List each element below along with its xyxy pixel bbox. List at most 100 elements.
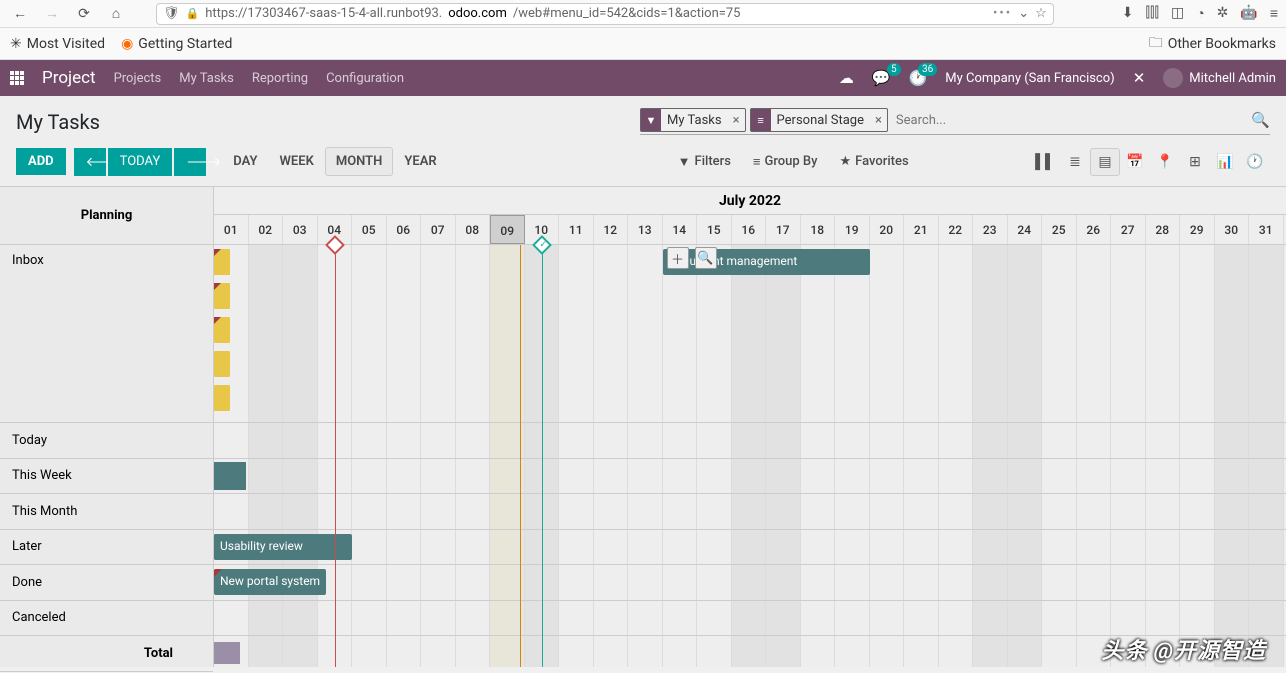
row-done[interactable]: Done [0,565,213,601]
favorites-dropdown[interactable]: ★Favorites [840,154,909,170]
gantt-view-icon[interactable]: ▤ [1090,148,1120,176]
menu-icon[interactable]: ≡ [1270,5,1278,22]
add-button[interactable]: ADD [16,148,66,175]
gantt-timeline: July 2022 010203040506070809101112131415… [214,187,1286,667]
search-input[interactable] [892,111,1251,130]
row-canceled[interactable]: Canceled [0,601,213,637]
gantt-row-today[interactable] [214,423,1286,459]
day-header-cell: 29 [1180,215,1215,244]
control-panel: My Tasks ▼ My Tasks × ≡ Personal Stage ×… [0,96,1286,186]
zoom-icon[interactable]: 🔍 [695,247,717,269]
forward-button[interactable]: → [40,2,64,26]
menu-projects[interactable]: Projects [114,71,162,86]
most-visited-bookmark[interactable]: ✳Most Visited [10,36,105,52]
user-menu[interactable]: Mitchell Admin [1163,68,1276,88]
filters-dropdown[interactable]: ▼Filters [678,154,731,170]
scale-year[interactable]: YEAR [393,147,447,176]
today-button[interactable]: TODAY [108,148,173,176]
download-icon[interactable]: ⬇ [1122,5,1134,22]
day-header-cell: 07 [421,215,456,244]
task-block[interactable] [214,283,230,309]
gantt-sidebar: Planning Inbox Today This Week This Mont… [0,187,214,667]
messages-icon[interactable]: 💬5 [872,69,891,87]
day-header-cell: 14 [663,215,698,244]
sidebar-icon[interactable]: ◫ [1171,5,1184,22]
activities-icon[interactable]: 🕐36 [909,69,928,87]
day-header-cell: 03 [283,215,318,244]
home-button[interactable]: ⌂ [104,2,128,26]
add-task-icon[interactable]: ＋ [667,247,689,269]
day-header-cell: 02 [249,215,284,244]
menu-configuration[interactable]: Configuration [326,71,404,86]
day-header-cell: 23 [973,215,1008,244]
map-view-icon[interactable]: 📍 [1150,148,1180,176]
task-block[interactable] [214,462,246,490]
star-icon[interactable]: ☆ [1035,6,1047,21]
browser-toolbar: ← → ⟳ ⌂ 🛡 🔒 https://17303467-saas-15-4-a… [0,0,1286,28]
pivot-view-icon[interactable]: ⊞ [1180,148,1210,176]
back-button[interactable]: ← [8,2,32,26]
scale-week[interactable]: WEEK [269,147,325,176]
url-overflow-icon[interactable]: ••• [993,6,1012,21]
day-header-cell: 08 [456,215,491,244]
day-header-cell: 31 [1249,215,1284,244]
row-inbox[interactable]: Inbox [0,245,213,423]
activity-view-icon[interactable]: 🕐 [1240,148,1270,176]
facet-remove[interactable]: × [870,113,887,128]
app-brand[interactable]: Project [42,68,96,88]
day-header-cell: 11 [559,215,594,244]
menu-reporting[interactable]: Reporting [252,71,308,86]
facet-label: Personal Stage [771,111,870,130]
addons-icon[interactable]: ✲ [1217,5,1229,22]
row-today[interactable]: Today [0,423,213,459]
reload-button[interactable]: ⟳ [72,2,96,26]
prev-button[interactable]: 🡐 [74,148,106,176]
day-header-cell: 05 [352,215,387,244]
gantt-row-canceled[interactable] [214,601,1286,637]
gantt-row-done[interactable]: New portal system [214,565,1286,601]
scale-day[interactable]: DAY [222,147,268,176]
task-usability[interactable]: Usability review [214,534,352,560]
support-icon[interactable]: ☁ [839,69,854,87]
bookmarks-bar: ✳Most Visited ◉Getting Started 🗀Other Bo… [0,28,1286,60]
account-icon[interactable]: ◔ [1196,5,1204,22]
graph-view-icon[interactable]: 📊 [1210,148,1240,176]
library-icon[interactable]: ⫿⫿⫿ [1146,5,1159,22]
row-this-month[interactable]: This Month [0,494,213,530]
getting-started-bookmark[interactable]: ◉Getting Started [121,36,232,52]
next-button[interactable]: 🡒 [174,148,206,176]
gantt-row-later[interactable]: User interface im… Usability review [214,530,1286,566]
task-block[interactable] [214,317,230,343]
robot-icon[interactable]: 🤖 [1240,5,1257,22]
filter-icon: ▼ [641,109,661,131]
task-block[interactable] [214,385,230,411]
other-bookmarks[interactable]: 🗀Other Bookmarks [1149,32,1276,56]
pocket-icon[interactable]: ⌄ [1018,6,1029,21]
menu-my-tasks[interactable]: My Tasks [179,71,234,86]
day-header-cell: 09 [490,215,525,244]
apps-icon[interactable] [10,71,24,85]
search-area[interactable]: ▼ My Tasks × ≡ Personal Stage × 🔍 [640,108,1270,135]
task-block[interactable] [214,249,230,275]
firefox-icon: ◉ [121,36,133,52]
gantt-row-inbox[interactable]: ＋ 🔍 Document management [214,245,1286,423]
search-icon[interactable]: 🔍 [1251,111,1270,129]
facet-remove[interactable]: × [728,113,745,128]
debug-icon[interactable]: ✕ [1133,69,1146,87]
month-header: July 2022 [214,187,1286,215]
task-portal[interactable]: New portal system [214,569,326,595]
avatar [1163,68,1183,88]
task-block[interactable] [214,351,230,377]
gantt-row-this-month[interactable] [214,494,1286,530]
kanban-view-icon[interactable]: ▌▌ [1030,148,1060,176]
row-later[interactable]: Later [0,530,213,566]
groupby-dropdown[interactable]: ≡Group By [753,154,818,170]
row-this-week[interactable]: This Week [0,459,213,495]
calendar-view-icon[interactable]: 📅 [1120,148,1150,176]
list-view-icon[interactable]: ≣ [1060,148,1090,176]
company-selector[interactable]: My Company (San Francisco) [945,71,1114,86]
gantt-row-this-week[interactable] [214,459,1286,495]
scale-month[interactable]: MONTH [325,147,394,176]
hover-controls: ＋ 🔍 [667,247,717,269]
url-bar[interactable]: 🛡 🔒 https://17303467-saas-15-4-all.runbo… [156,3,1054,25]
